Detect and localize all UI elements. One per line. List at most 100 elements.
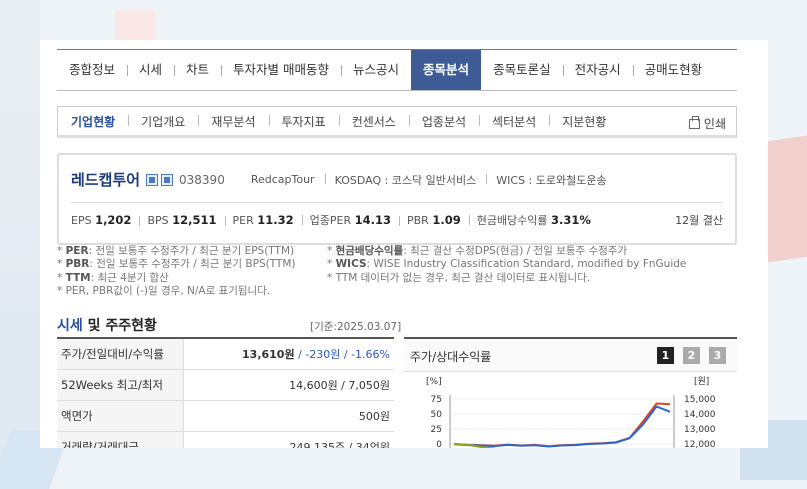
right-tick-label: 12,000 bbox=[684, 440, 716, 448]
footnote-text: TTM 데이터가 없는 경우, 최근 결산 데이터로 표시됩니다. bbox=[335, 271, 591, 284]
section-title-rest: 및 주주현황 bbox=[82, 318, 157, 334]
print-label: 인쇄 bbox=[703, 117, 726, 131]
price-table: 주가/전일대비/수익률 13,610원 / -230원 / -1.66% 52Wee… bbox=[57, 337, 394, 448]
stock-analysis-panel: 종합정보 시세 차트 투자자별 매매동향 뉴스공시 종목분석 종목토론실 전자공시 공매도현황 … bbox=[40, 40, 768, 448]
footnote-line: * TTM 데이터가 없는 경우, 최근 결산 데이터로 표시됩니다. bbox=[327, 271, 591, 284]
footnote-key: WICS bbox=[335, 258, 367, 271]
sub-tab[interactable]: 업종분석 bbox=[408, 113, 479, 130]
left-tick-label: 0 bbox=[436, 440, 442, 448]
company-market: KOSDAQ : 코스닥 일반서비스 bbox=[324, 172, 487, 188]
left-axis-unit: [%] bbox=[426, 377, 442, 387]
price-chart: [%] [원] 75 50 25 0 15,000 14,000 13,000 12,000 bbox=[426, 376, 716, 448]
chart-option-2-button[interactable]: 2 bbox=[683, 347, 700, 364]
metric-item: BPS 12,511 bbox=[139, 213, 224, 227]
reference-date: [기준:2025.03.07] bbox=[310, 321, 402, 333]
sub-tab[interactable]: 기업개요 bbox=[128, 113, 198, 130]
metric-item: EPS 1,202 bbox=[71, 213, 139, 227]
left-tick-label: 50 bbox=[431, 410, 443, 420]
footnote-line: * WICS: WISE Industry Classification Sta… bbox=[327, 258, 687, 271]
footnote-line: * 현금배당수익률: 최근 결산 수정DPS(현금) / 전일 보통주 수정주가 bbox=[327, 245, 628, 257]
footnote-line: * PER: 전일 보통주 수정주가 / 최근 분기 EPS(TTM) bbox=[57, 245, 295, 257]
footnote-key: PBR bbox=[65, 258, 90, 271]
main-tab[interactable]: 전자공시 bbox=[562, 50, 633, 90]
table-row-label: 거래량/거래대금 bbox=[57, 431, 184, 448]
footnote-text: PER, PBR값이 (-)일 경우, N/A로 표기됩니다. bbox=[65, 284, 271, 297]
footnote-text: : 최근 4분기 합산 bbox=[90, 271, 169, 284]
footnote-key: PER bbox=[65, 245, 89, 257]
footnote-text: : 전일 보통주 수정주가 / 최근 분기 BPS(TTM) bbox=[89, 258, 296, 271]
price-chart-panel: 주가/상대수익률 123 [%] [원] 75 50 25 0 15,000 14,000 13… bbox=[404, 337, 737, 448]
table-row-label: 52Weeks 최고/최저 bbox=[57, 369, 184, 401]
sub-tab[interactable]: 컨센서스 bbox=[338, 113, 409, 130]
left-tick-label: 75 bbox=[431, 395, 442, 405]
company-english-name: RedcapTour bbox=[250, 173, 315, 186]
table-row-value: 249,135주 / 34억원 bbox=[183, 431, 394, 448]
footnote-text: : WISE Industry Classification Standard,… bbox=[366, 258, 687, 271]
value-main: 500원 bbox=[358, 410, 390, 423]
table-row-label: 액면가 bbox=[57, 400, 184, 432]
section-title: 시세 및 주주현황 bbox=[57, 315, 157, 335]
footnote-key: 현금배당수익률 bbox=[335, 245, 404, 257]
footnotes-left: * PER: 전일 보통주 수정주가 / 최근 분기 EPS(TTM) * PBR… bbox=[57, 245, 296, 298]
chart-option-3-button[interactable]: 3 bbox=[709, 347, 726, 364]
value-main: 13,610원 bbox=[242, 348, 295, 361]
main-tab[interactable]: 종목토론실 bbox=[481, 50, 563, 90]
footnote-line: * TTM: 최근 4분기 합산 bbox=[57, 271, 169, 284]
ir-icon[interactable] bbox=[161, 173, 174, 186]
table-row: 52Weeks 최고/최저 14,600원 / 7,050원 bbox=[57, 369, 394, 401]
company-summary-box: 레드캡투어 038390 RedcapTour KOSDAQ : 코스닥 일반서… bbox=[57, 153, 737, 245]
value-main: 14,600원 / 7,050원 bbox=[289, 379, 390, 392]
chart-title: 주가/상대수익률 bbox=[410, 350, 492, 364]
metric-value: 1,202 bbox=[95, 213, 132, 227]
company-name[interactable]: 레드캡투어 bbox=[71, 169, 140, 190]
main-tab[interactable]: 공매도현황 bbox=[632, 50, 715, 90]
footnote-text: : 최근 결산 수정DPS(현금) / 전일 보통주 수정주가 bbox=[403, 245, 628, 257]
metric-value: 3.31% bbox=[551, 213, 591, 227]
table-row: 주가/전일대비/수익률 13,610원 / -230원 / -1.66% bbox=[57, 337, 394, 370]
metric-value: 14.13 bbox=[354, 213, 391, 227]
right-tick-label: 14,000 bbox=[684, 410, 716, 420]
footnote-line: * PER, PBR값이 (-)일 경우, N/A로 표기됩니다. bbox=[57, 284, 271, 297]
print-button[interactable]: 인쇄 bbox=[688, 115, 726, 132]
background-left-strip bbox=[0, 0, 40, 489]
main-tab[interactable]: 종합정보 bbox=[57, 50, 127, 90]
metric-label: 업종PER bbox=[309, 214, 355, 227]
footnote-text: : 전일 보통주 수정주가 / 최근 분기 EPS(TTM) bbox=[88, 245, 295, 257]
chart-series-line bbox=[453, 402, 671, 448]
sub-tab[interactable]: 지분현황 bbox=[549, 113, 619, 130]
table-row-value: 500원 bbox=[183, 400, 394, 432]
valuation-metrics: EPS 1,202 BPS 12,511 PER 11.32 업종PER 14.13 P… bbox=[71, 212, 599, 228]
main-tab[interactable]: 종목분석 bbox=[411, 50, 482, 90]
sub-tab[interactable]: 투자지표 bbox=[268, 113, 339, 130]
chart-header: 주가/상대수익률 123 bbox=[404, 339, 737, 372]
background-decoration bbox=[115, 10, 155, 40]
main-tab-bar: 종합정보 시세 차트 투자자별 매매동향 뉴스공시 종목분석 종목토론실 전자공시 공매도현황 bbox=[57, 49, 737, 91]
metric-item: PBR 1.09 bbox=[399, 213, 469, 227]
metric-label: PER bbox=[232, 214, 258, 227]
table-row: 거래량/거래대금 249,135주 / 34억원 bbox=[57, 431, 394, 448]
section-title-highlight: 시세 bbox=[57, 318, 83, 334]
chart-option-1-button[interactable]: 1 bbox=[657, 347, 674, 364]
home-icon[interactable] bbox=[146, 173, 159, 186]
main-tab[interactable]: 투자자별 매매동향 bbox=[221, 50, 341, 90]
sub-tab[interactable]: 기업현황 bbox=[58, 113, 128, 130]
metric-value: 12,511 bbox=[172, 213, 217, 227]
sub-tab[interactable]: 섹터분석 bbox=[479, 113, 549, 130]
table-row-value: 14,600원 / 7,050원 bbox=[183, 369, 394, 401]
right-axis-unit: [원] bbox=[694, 376, 709, 387]
value-main: 249,135주 / 34억원 bbox=[289, 441, 390, 448]
main-tab[interactable]: 시세 bbox=[127, 50, 174, 90]
sub-tab[interactable]: 재무분석 bbox=[198, 113, 268, 130]
main-tab[interactable]: 뉴스공시 bbox=[341, 50, 411, 90]
footnote-key: TTM bbox=[65, 271, 91, 284]
footnote-line: * PBR: 전일 보통주 수정주가 / 최근 분기 BPS(TTM) bbox=[57, 258, 296, 271]
table-row: 액면가 500원 bbox=[57, 400, 394, 432]
right-tick-label: 13,000 bbox=[684, 425, 716, 435]
right-tick-label: 15,000 bbox=[684, 395, 716, 405]
metric-item: 업종PER 14.13 bbox=[301, 212, 399, 228]
settlement-month: 12월 결산 bbox=[675, 214, 723, 227]
divider bbox=[71, 202, 723, 203]
main-tab[interactable]: 차트 bbox=[174, 50, 221, 90]
metric-item: PER 11.32 bbox=[224, 213, 302, 227]
left-tick-label: 25 bbox=[431, 425, 442, 435]
